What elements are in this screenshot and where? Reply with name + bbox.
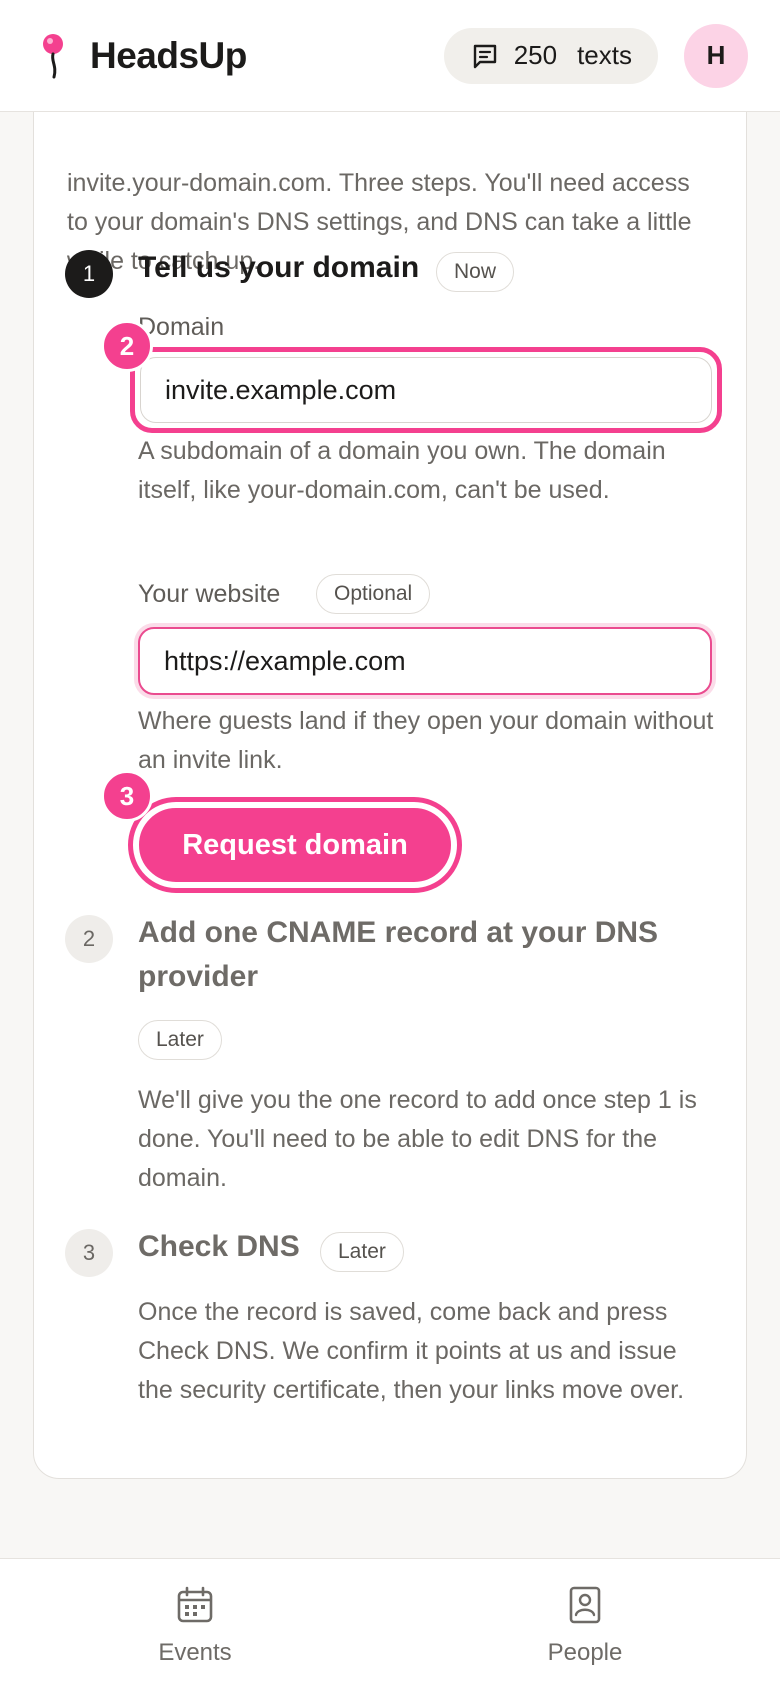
website-help-text: Where guests land if they open your doma… — [138, 707, 714, 774]
step-title-3: Check DNS — [138, 1230, 300, 1263]
step-number-1: 1 — [65, 250, 113, 298]
nav-people-label: People — [547, 1639, 623, 1666]
domain-help-text: A subdomain of a domain you own. The dom… — [138, 437, 666, 504]
nav-people[interactable]: People — [485, 1585, 685, 1667]
website-input[interactable]: https://example.com — [138, 627, 712, 695]
app-header: HeadsUp 250 texts H — [0, 0, 780, 112]
brand[interactable]: HeadsUp — [38, 33, 247, 79]
step-number-2: 2 — [65, 915, 113, 963]
balloon-logo-icon — [43, 33, 63, 78]
nav-events[interactable]: Events — [95, 1585, 295, 1667]
avatar[interactable]: H — [684, 23, 748, 88]
message-icon — [473, 44, 496, 68]
step-status-later-2: Later — [138, 1020, 222, 1060]
website-label: Your website — [138, 580, 281, 608]
step-2-description: We'll give you the one record to add onc… — [138, 1086, 697, 1192]
texts-label: texts — [577, 40, 632, 70]
step-3-description: Once the record is saved, come back and … — [138, 1298, 685, 1404]
texts-balance-pill[interactable]: 250 texts — [443, 27, 658, 84]
custom-domain-card: invite.your-domain.com. Three steps. You… — [33, 60, 747, 1479]
step-status-later-3: Later — [320, 1232, 404, 1272]
bottom-navigation: Events People — [0, 1558, 780, 1688]
step-title-1: Tell us your domain — [138, 251, 420, 284]
step-number-3: 3 — [65, 1229, 113, 1277]
annotation-marker-2: 2 — [101, 320, 153, 372]
texts-count: 250 — [513, 40, 558, 70]
contact-book-icon — [569, 1586, 601, 1624]
nav-events-label: Events — [158, 1639, 232, 1666]
annotation-marker-3: 3 — [101, 770, 153, 822]
step-title-2: Add one CNAME record at your DNS provide… — [138, 916, 659, 993]
domain-input[interactable]: invite.example.com — [140, 357, 712, 423]
step-status-now: Now — [436, 252, 515, 292]
website-optional-badge: Optional — [316, 574, 431, 614]
calendar-icon — [177, 1586, 213, 1623]
request-domain-button[interactable]: Request domain — [136, 805, 454, 885]
brand-name: HeadsUp — [90, 34, 247, 76]
